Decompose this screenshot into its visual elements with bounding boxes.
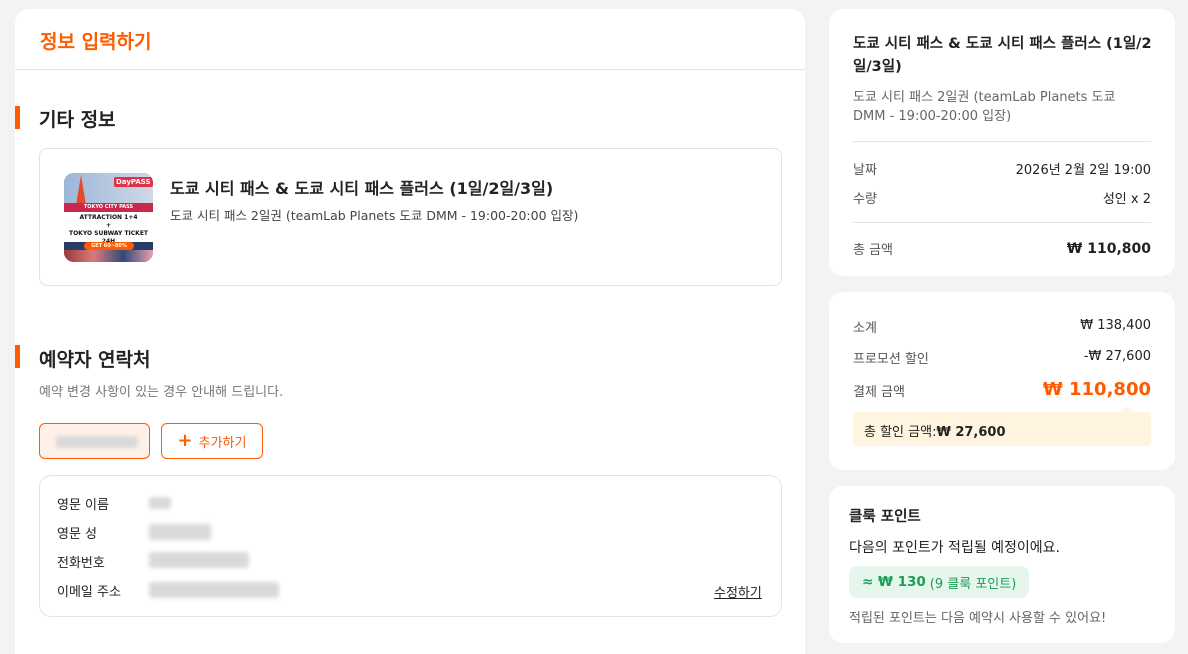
email-label: 이메일 주소 [57,585,121,600]
section-accent-bar [15,345,20,368]
add-contact-label: 추가하기 [198,435,247,451]
thumb-line2: + [105,222,112,229]
add-contact-button[interactable]: + 추가하기 [161,423,263,459]
date-value: 2026년 2월 2일 19:00 [1015,163,1151,178]
divider [853,141,1151,142]
first-name-label: 영문 이름 [57,498,109,513]
payment-card: 소계 ₩ 138,400 프로모션 할인 -₩ 27,600 결제 금액 ₩ 1… [829,292,1175,470]
thumb-band: TOKYO CITY PASS [64,203,153,212]
redacted-email [149,582,279,598]
redacted-first-name [149,497,171,509]
points-card: 클룩 포인트 다음의 포인트가 적립될 예정이에요. ≈ ₩ 130 (9 클룩… [829,486,1175,643]
redacted-name [56,436,138,448]
points-amount-chip: ≈ ₩ 130 (9 클룩 포인트) [849,566,1030,598]
quantity-label: 수량 [853,192,877,207]
last-name-label: 영문 성 [57,527,98,542]
pay-label: 결제 금액 [853,385,905,400]
section-accent-bar [15,106,20,129]
discount-banner: 총 할인 금액:₩ 27,600 [853,406,1151,446]
product-option: 도쿄 시티 패스 2일권 (teamLab Planets 도쿄 DMM - 1… [170,208,579,223]
total-value: ₩ 110,800 [1066,241,1151,257]
contact-heading: 예약자 연락처 [39,349,151,371]
thumb-lines: ATTRACTION 1+4 + TOKYO SUBWAY TICKET 24H [64,212,153,245]
product-box: DayPASS TOKYO CITY PASS ATTRACTION 1+4 +… [39,148,782,286]
subtotal-label: 소계 [853,321,877,336]
discount-label: 총 할인 금액: [864,425,937,440]
product-thumbnail: DayPASS TOKYO CITY PASS ATTRACTION 1+4 +… [64,173,153,262]
banner-pointer [1121,406,1133,412]
plus-icon: + [177,430,193,451]
page-title: 정보 입력하기 [40,31,152,53]
contact-subtitle: 예약 변경 사항이 있는 경우 안내해 드립니다. [39,385,284,400]
main-form-card: 정보 입력하기 기타 정보 DayPASS TOKYO CITY PASS AT… [15,9,805,654]
contact-info-box: 영문 이름 영문 성 전화번호 이메일 주소 수정하기 [39,475,782,617]
points-amount-sub: (9 클룩 포인트) [929,576,1017,592]
edit-contact-link[interactable]: 수정하기 [714,582,762,601]
summary-product-option: 도쿄 시티 패스 2일권 (teamLab Planets 도쿄 DMM - 1… [853,90,1116,124]
promo-value: -₩ 27,600 [1083,349,1151,364]
contact-chip[interactable] [39,423,150,459]
points-description: 다음의 포인트가 적립될 예정이에요. [849,540,1060,556]
quantity-value: 성인 x 2 [1102,192,1151,207]
thumb-badge: GET 60~80% OFF! [84,242,134,257]
pay-amount: ₩ 110,800 [1042,379,1151,400]
points-title: 클룩 포인트 [849,509,921,525]
title-divider [15,69,805,70]
phone-label: 전화번호 [57,556,105,571]
thumb-logo: DayPASS [114,177,153,187]
points-note: 적립된 포인트는 다음 예약시 사용할 수 있어요! [849,611,1107,626]
product-name: 도쿄 시티 패스 & 도쿄 시티 패스 플러스 (1일/2일/3일) [170,179,554,198]
total-label: 총 금액 [853,243,894,258]
other-info-heading: 기타 정보 [39,109,116,131]
order-summary-card: 도쿄 시티 패스 & 도쿄 시티 패스 플러스 (1일/2일/3일) 도쿄 시티… [829,9,1175,276]
divider [853,222,1151,223]
redacted-last-name [149,524,211,540]
points-amount: ≈ ₩ 130 [862,574,926,590]
discount-value: ₩ 27,600 [936,425,1006,440]
summary-product-title: 도쿄 시티 패스 & 도쿄 시티 패스 플러스 (1일/2일/3일) [853,36,1152,75]
date-label: 날짜 [853,163,877,178]
subtotal-value: ₩ 138,400 [1080,318,1151,333]
promo-label: 프로모션 할인 [853,352,929,367]
thumb-line1: ATTRACTION 1+4 [79,214,138,221]
redacted-phone [149,552,249,568]
